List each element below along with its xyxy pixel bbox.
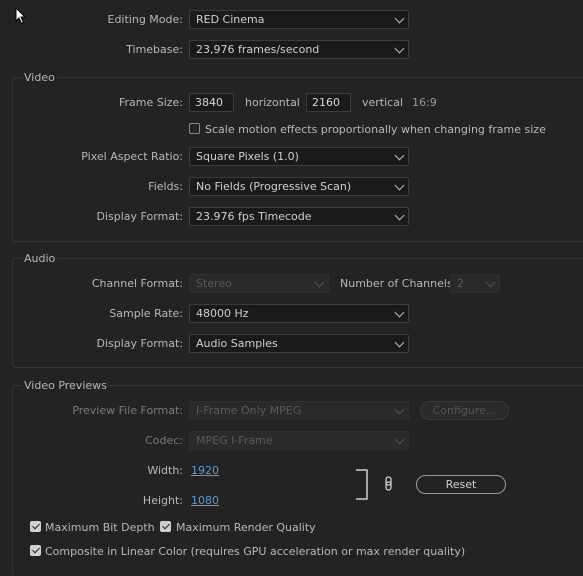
video-display-format-label: Display Format:	[96, 210, 183, 223]
fields-select[interactable]: No Fields (Progressive Scan)	[189, 177, 409, 196]
chevron-down-icon	[485, 277, 496, 288]
configure-button[interactable]: Configure...	[420, 401, 509, 420]
pixel-aspect-select[interactable]: Square Pixels (1.0)	[189, 147, 409, 166]
scale-motion-label: Scale motion effects proportionally when…	[205, 123, 546, 136]
chain-link-icon[interactable]	[384, 476, 394, 492]
audio-section-title: Audio	[22, 252, 58, 265]
video-previews-section-title: Video Previews	[22, 379, 109, 392]
editing-mode-label: Editing Mode:	[107, 13, 184, 26]
codec-value: MPEG I-Frame	[196, 434, 273, 447]
timebase-select[interactable]: 23,976 frames/second	[189, 40, 409, 59]
editing-mode-value: RED Cinema	[196, 13, 265, 26]
linear-color-label: Composite in Linear Color (requires GPU …	[45, 545, 466, 558]
video-section-title: Video	[22, 71, 57, 84]
channel-format-label: Channel Format:	[91, 277, 183, 290]
chevron-down-icon	[394, 43, 405, 54]
max-render-quality-label: Maximum Render Quality	[176, 521, 316, 534]
timebase-value: 23,976 frames/second	[196, 43, 320, 56]
chevron-down-icon	[394, 307, 405, 318]
sample-rate-label: Sample Rate:	[109, 307, 183, 320]
video-display-format-select[interactable]: 23.976 fps Timecode	[189, 207, 409, 226]
pixel-aspect-value: Square Pixels (1.0)	[196, 150, 299, 163]
linear-color-checkbox[interactable]	[30, 545, 41, 556]
preview-width-label: Width:	[147, 464, 183, 477]
mouse-cursor-icon	[15, 7, 27, 25]
preview-width-value[interactable]: 1920	[191, 464, 219, 477]
link-bracket-icon	[356, 469, 368, 500]
chevron-down-icon	[314, 277, 325, 288]
video-display-format-value: 23.976 fps Timecode	[196, 210, 312, 223]
max-bit-depth-checkbox[interactable]	[30, 521, 41, 532]
chevron-down-icon	[394, 337, 405, 348]
audio-display-format-select[interactable]: Audio Samples	[189, 334, 409, 353]
horizontal-label: horizontal	[245, 96, 300, 109]
num-channels-select[interactable]: 2	[450, 274, 500, 293]
audio-display-format-value: Audio Samples	[196, 337, 278, 350]
chevron-down-icon	[394, 210, 405, 221]
vertical-label: vertical	[362, 96, 404, 109]
audio-display-format-label: Display Format:	[96, 337, 183, 350]
codec-select[interactable]: MPEG I-Frame	[189, 431, 409, 450]
chevron-down-icon	[394, 150, 405, 161]
preview-height-value[interactable]: 1080	[191, 494, 219, 507]
chevron-down-icon	[394, 180, 405, 191]
chevron-down-icon	[394, 404, 405, 415]
frame-size-label: Frame Size:	[118, 96, 183, 109]
preview-file-format-value: I-Frame Only MPEG	[196, 404, 302, 417]
frame-height-input[interactable]: 2160	[306, 93, 351, 112]
sample-rate-select[interactable]: 48000 Hz	[189, 304, 409, 323]
timebase-label: Timebase:	[126, 43, 183, 56]
max-bit-depth-label: Maximum Bit Depth	[45, 521, 155, 534]
num-channels-value: 2	[457, 277, 464, 290]
chevron-down-icon	[394, 434, 405, 445]
num-channels-label: Number of Channels:	[340, 277, 457, 290]
chevron-down-icon	[394, 13, 405, 24]
channel-format-value: Stereo	[196, 277, 232, 290]
channel-format-select[interactable]: Stereo	[189, 274, 329, 293]
frame-width-input[interactable]: 3840	[189, 93, 234, 112]
preview-file-format-label: Preview File Format:	[72, 404, 183, 417]
pixel-aspect-label: Pixel Aspect Ratio:	[81, 150, 183, 163]
fields-label: Fields:	[148, 180, 183, 193]
scale-motion-checkbox[interactable]	[189, 123, 200, 134]
fields-value: No Fields (Progressive Scan)	[196, 180, 352, 193]
preview-height-label: Height:	[142, 494, 183, 507]
editing-mode-select[interactable]: RED Cinema	[189, 10, 409, 29]
codec-label: Codec:	[145, 434, 183, 447]
preview-file-format-select[interactable]: I-Frame Only MPEG	[189, 401, 409, 420]
sample-rate-value: 48000 Hz	[196, 307, 249, 320]
reset-button[interactable]: Reset	[416, 475, 506, 494]
aspect-ratio-readout: 16:9	[412, 96, 437, 109]
max-render-quality-checkbox[interactable]	[160, 521, 171, 532]
